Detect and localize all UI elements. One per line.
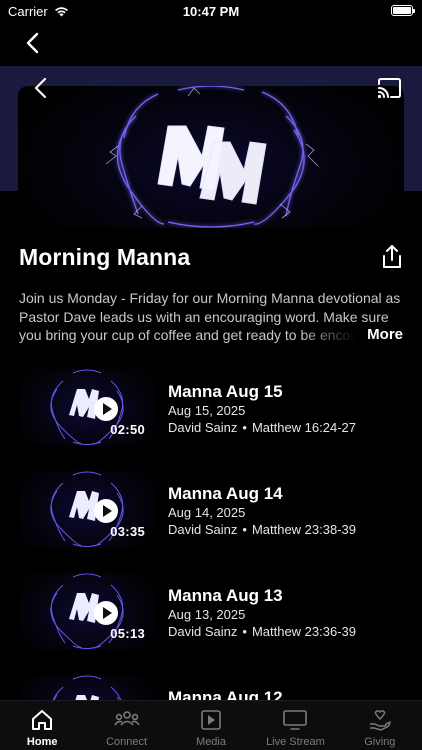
episode-thumbnail[interactable]: 03:35 (19, 471, 155, 548)
tab-label: Home (26, 736, 58, 748)
episode-passage: Matthew 23:36-39 (251, 624, 357, 639)
cast-icon[interactable] (376, 77, 402, 99)
share-icon[interactable] (381, 244, 403, 270)
separator-dot: • (242, 522, 247, 537)
episode-speaker: David Sainz (168, 624, 238, 639)
episode-row[interactable]: 03:35 Manna Aug 14 Aug 14, 2025 David Sa… (0, 471, 422, 549)
series-title: Morning Manna (19, 244, 191, 270)
separator-dot: • (242, 624, 247, 639)
episode-title: Manna Aug 15 (168, 382, 283, 401)
tab-bar: Home Connect Media Live Stream Giving (0, 700, 422, 750)
episode-title: Manna Aug 14 (168, 484, 283, 503)
tab-label: Media (196, 736, 226, 748)
media-play-icon (201, 710, 221, 730)
battery-icon (391, 5, 415, 16)
episode-duration: 05:13 (110, 626, 145, 641)
episode-duration: 02:50 (110, 422, 145, 437)
clock: 10:47 PM (182, 4, 240, 19)
episode-thumbnail[interactable] (19, 675, 155, 700)
play-icon[interactable] (94, 601, 118, 625)
tab-connect[interactable]: Connect (84, 701, 168, 750)
mm-logo-art (105, 86, 319, 228)
giving-hand-icon (369, 710, 391, 731)
back-chevron-icon[interactable] (22, 30, 46, 56)
episode-passage: Matthew 23:38-39 (251, 522, 357, 537)
episode-speaker: David Sainz (168, 420, 238, 435)
episode-row[interactable]: Manna Aug 12 (0, 675, 422, 700)
status-bar: Carrier 10:47 PM (0, 0, 422, 24)
hero-back-chevron-icon[interactable] (32, 76, 50, 100)
episode-date: Aug 13, 2025 (168, 607, 246, 622)
episode-duration: 03:35 (110, 524, 145, 539)
tab-live-stream[interactable]: Live Stream (253, 701, 337, 750)
description-fade (300, 326, 370, 346)
episode-title: Manna Aug 13 (168, 586, 283, 605)
episode-passage: Matthew 16:24-27 (251, 420, 357, 435)
play-icon[interactable] (94, 499, 118, 523)
tab-giving[interactable]: Giving (338, 701, 422, 750)
tab-home[interactable]: Home (0, 701, 84, 750)
tab-label: Connect (106, 736, 148, 748)
episode-title: Manna Aug 12 (168, 688, 283, 700)
episode-row[interactable]: 02:50 Manna Aug 15 Aug 15, 2025 David Sa… (0, 369, 422, 447)
more-button[interactable]: More (361, 326, 403, 343)
tab-media[interactable]: Media (169, 701, 253, 750)
episode-thumbnail[interactable]: 02:50 (19, 369, 155, 446)
play-icon[interactable] (94, 397, 118, 421)
episode-meta: David Sainz • Matthew 16:24-27 (168, 420, 356, 435)
episode-date: Aug 15, 2025 (168, 403, 246, 418)
series-artwork (18, 86, 404, 228)
separator-dot: • (242, 420, 247, 435)
series-header: Morning Manna (19, 240, 405, 276)
episode-date: Aug 14, 2025 (168, 505, 246, 520)
thumbnail-art (52, 675, 122, 700)
episode-meta: David Sainz • Matthew 23:38-39 (168, 522, 356, 537)
tv-icon (283, 710, 308, 730)
episode-speaker: David Sainz (168, 522, 238, 537)
tab-label: Live Stream (266, 736, 325, 748)
tab-label: Giving (364, 736, 396, 748)
episode-meta: David Sainz • Matthew 23:36-39 (168, 624, 356, 639)
people-icon (113, 711, 140, 726)
episode-row[interactable]: 05:13 Manna Aug 13 Aug 13, 2025 David Sa… (0, 573, 422, 651)
episode-thumbnail[interactable]: 05:13 (19, 573, 155, 650)
home-icon (32, 710, 53, 730)
